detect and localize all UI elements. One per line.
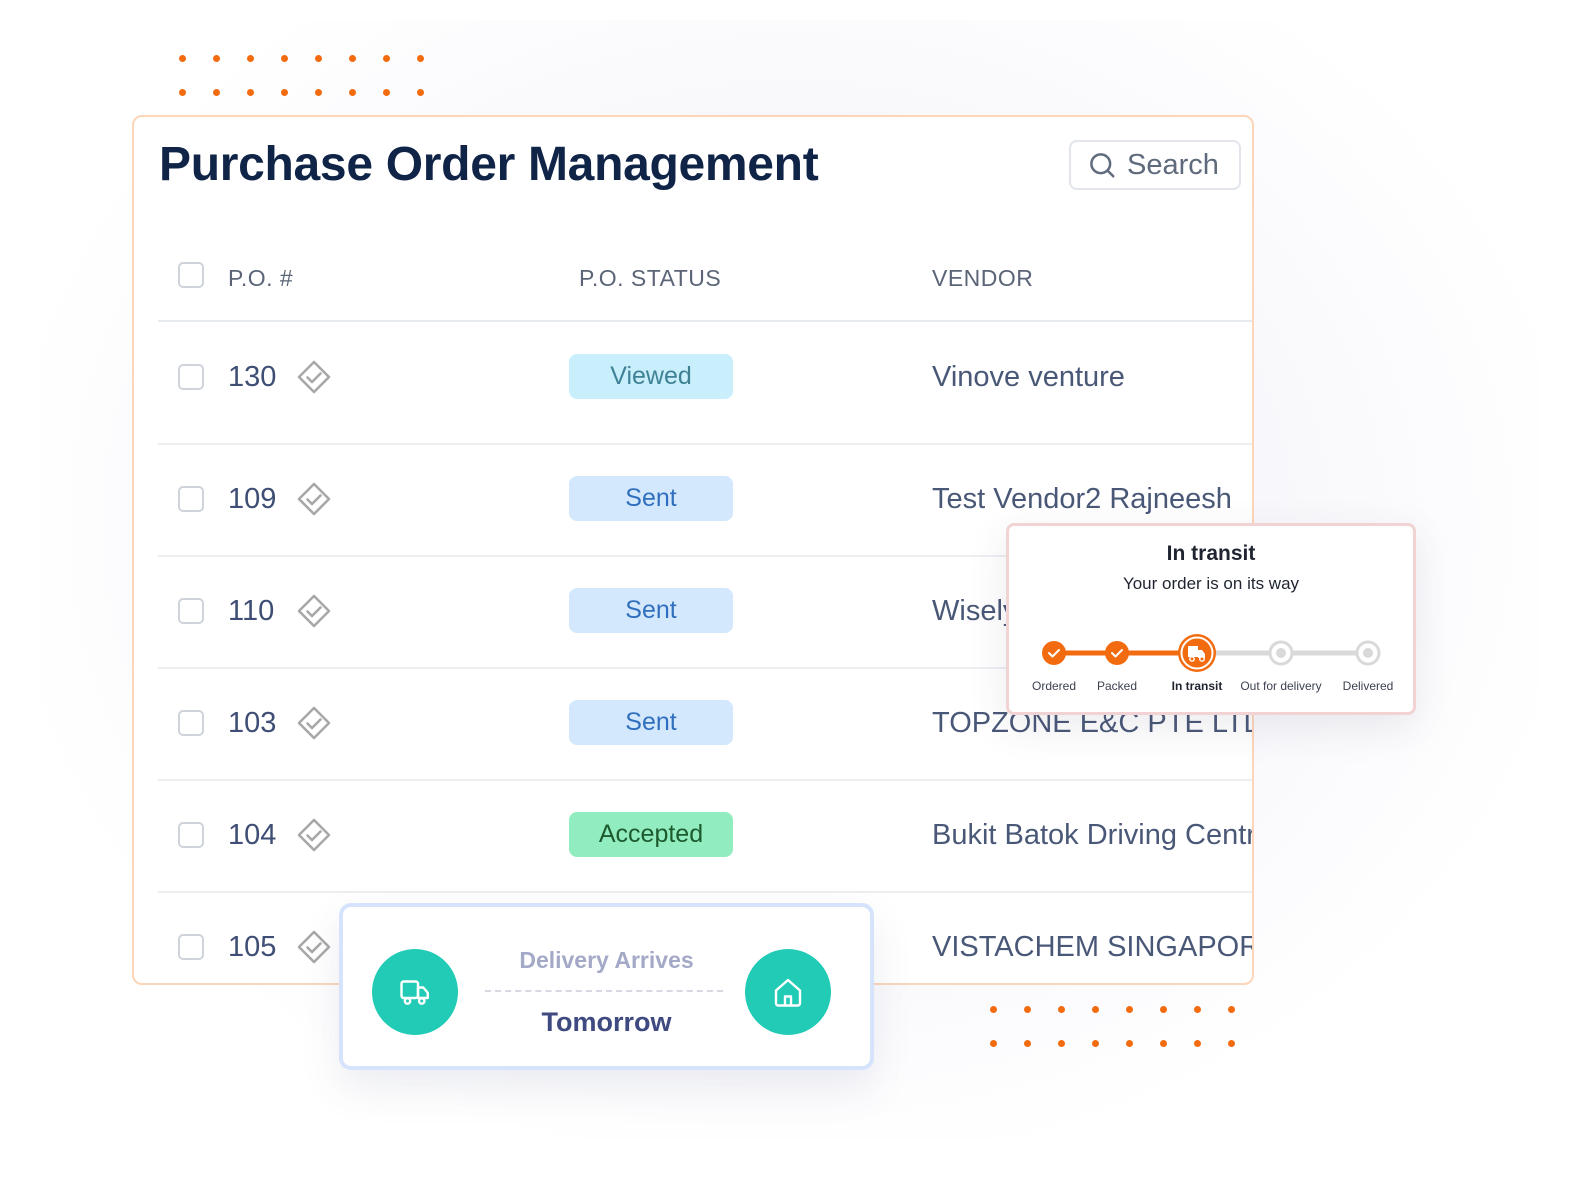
- dot: [1092, 1006, 1099, 1013]
- po-number[interactable]: 105: [228, 931, 276, 964]
- dot: [1160, 1006, 1167, 1013]
- step-pending-dot: [1363, 648, 1373, 658]
- row-checkbox[interactable]: [178, 822, 204, 848]
- verified-diamond-icon: [297, 594, 331, 628]
- dot: [1228, 1006, 1235, 1013]
- home-badge: [745, 949, 831, 1035]
- status-badge: Viewed: [569, 354, 733, 399]
- verified-diamond-icon: [297, 360, 331, 394]
- dot: [1058, 1006, 1065, 1013]
- home-icon: [774, 978, 802, 1007]
- dot: [281, 55, 288, 62]
- status-badge: Sent: [569, 476, 733, 521]
- dot: [247, 89, 254, 96]
- delivery-estimate-card: Delivery Arrives Tomorrow: [339, 903, 874, 1070]
- dot: [1092, 1040, 1099, 1047]
- status-badge: Sent: [569, 700, 733, 745]
- dot: [383, 89, 390, 96]
- dot: [1126, 1006, 1133, 1013]
- vendor-name[interactable]: VISTACHEM SINGAPORE: [932, 931, 1252, 964]
- dot: [1194, 1040, 1201, 1047]
- dot: [179, 55, 186, 62]
- dot: [1058, 1040, 1065, 1047]
- status-badge: Accepted: [569, 812, 733, 857]
- step-label: In transit: [1171, 679, 1223, 693]
- dot: [990, 1006, 997, 1013]
- table-row[interactable]: 104 Accepted Bukit Batok Driving Centre: [158, 781, 1252, 893]
- step-label: Delivered: [1342, 679, 1394, 693]
- dot: [383, 55, 390, 62]
- page-title: Purchase Order Management: [159, 138, 819, 191]
- decorative-dots-bottom: [990, 1006, 1262, 1047]
- row-checkbox[interactable]: [178, 598, 204, 624]
- dot: [1194, 1006, 1201, 1013]
- order-tracking-card: In transit Your order is on its way Orde…: [1006, 523, 1416, 715]
- dot: [349, 89, 356, 96]
- step-label: Packed: [1096, 679, 1138, 693]
- row-checkbox[interactable]: [178, 934, 204, 960]
- dot: [1126, 1040, 1133, 1047]
- column-header-status[interactable]: P.O. STATUS: [579, 265, 721, 292]
- po-number[interactable]: 109: [228, 483, 276, 516]
- step-done-marker: [1042, 641, 1066, 665]
- dot: [315, 55, 322, 62]
- search-label: Search: [1127, 148, 1219, 181]
- search-button[interactable]: Search: [1069, 140, 1241, 190]
- verified-diamond-icon: [297, 818, 331, 852]
- dot: [1228, 1040, 1235, 1047]
- row-checkbox[interactable]: [178, 486, 204, 512]
- dot: [213, 55, 220, 62]
- verified-diamond-icon: [297, 706, 331, 740]
- search-icon: [1090, 153, 1115, 178]
- vendor-name[interactable]: Wisely: [932, 595, 1017, 628]
- verified-diamond-icon: [297, 930, 331, 964]
- vendor-name[interactable]: Vinove venture: [932, 361, 1125, 394]
- step-label: Ordered: [1031, 679, 1077, 693]
- status-badge: Sent: [569, 588, 733, 633]
- dot: [247, 55, 254, 62]
- dot: [349, 55, 356, 62]
- po-number[interactable]: 104: [228, 819, 276, 852]
- step-label: Out for delivery: [1240, 679, 1322, 693]
- table-row[interactable]: 130 Viewed Vinove venture: [158, 322, 1252, 445]
- dot: [1024, 1006, 1031, 1013]
- truck-wheel: [1199, 656, 1205, 662]
- row-checkbox[interactable]: [178, 710, 204, 736]
- vendor-name[interactable]: Bukit Batok Driving Centre: [932, 819, 1252, 852]
- divider: [485, 990, 723, 992]
- select-all-checkbox[interactable]: [178, 262, 204, 288]
- dot: [990, 1040, 997, 1047]
- row-checkbox[interactable]: [178, 364, 204, 390]
- po-number[interactable]: 110: [228, 595, 274, 628]
- dot: [179, 89, 186, 96]
- dot: [315, 89, 322, 96]
- step-pending-dot: [1276, 648, 1286, 658]
- dot: [213, 89, 220, 96]
- dot: [1024, 1040, 1031, 1047]
- vendor-name[interactable]: Test Vendor2 Rajneesh: [932, 483, 1232, 516]
- verified-diamond-icon: [297, 482, 331, 516]
- table-header: P.O. # P.O. STATUS VENDOR: [158, 235, 1252, 322]
- truck-icon: [400, 980, 429, 1005]
- truck-wheel: [1189, 656, 1195, 662]
- po-number[interactable]: 103: [228, 707, 276, 740]
- column-header-po[interactable]: P.O. #: [228, 265, 293, 292]
- dot: [281, 89, 288, 96]
- dot: [417, 89, 424, 96]
- step-done-marker: [1105, 641, 1129, 665]
- po-number[interactable]: 130: [228, 361, 276, 394]
- dot: [1160, 1040, 1167, 1047]
- column-header-vendor[interactable]: VENDOR: [932, 265, 1033, 292]
- decorative-dots-top: [179, 55, 451, 96]
- dot: [417, 55, 424, 62]
